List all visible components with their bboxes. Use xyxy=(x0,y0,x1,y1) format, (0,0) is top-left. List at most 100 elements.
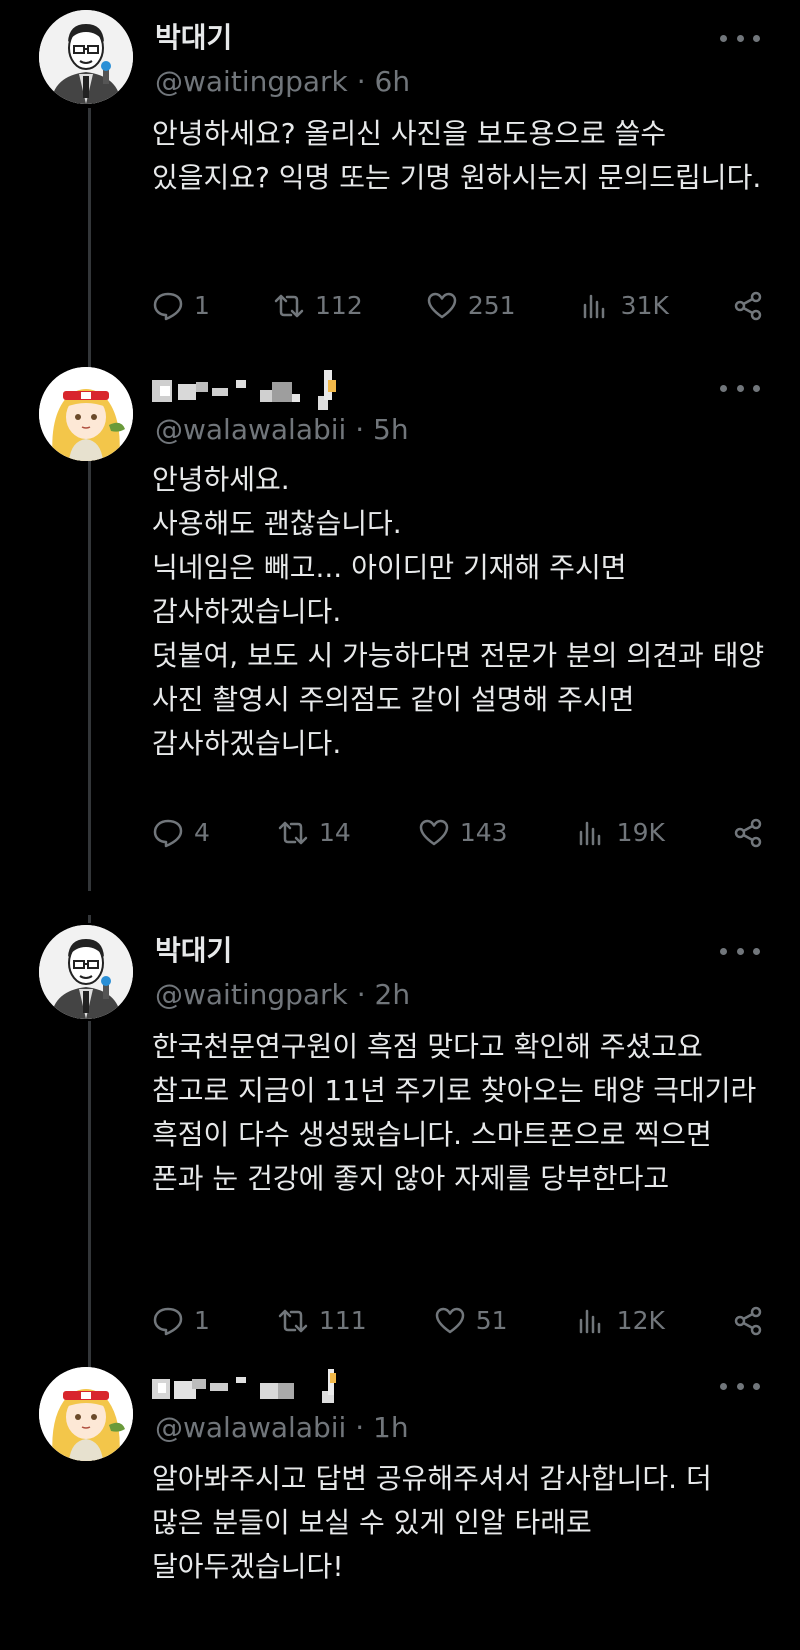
handle-and-time[interactable]: @walawalabii · 1h xyxy=(155,1410,409,1446)
reply-icon xyxy=(153,1307,183,1336)
like-button[interactable]: 143 xyxy=(418,817,508,849)
pixelated-name-icon xyxy=(152,1369,336,1403)
author-name[interactable]: 박대기 xyxy=(155,933,232,969)
views-count: 31K xyxy=(620,291,669,320)
views-button[interactable]: 31K xyxy=(579,290,669,322)
more-options-icon[interactable] xyxy=(720,941,760,961)
tweet-2[interactable]: @walawalabii · 5h 안녕하세요. 사용해도 괜찮습니다. 닉네임… xyxy=(0,355,800,891)
share-icon xyxy=(734,1306,762,1336)
more-options-icon[interactable] xyxy=(720,378,760,398)
views-button[interactable]: 12K xyxy=(575,1305,665,1337)
reply-count: 1 xyxy=(194,291,210,320)
tweet-actions: 4 14 143 19K xyxy=(152,813,764,853)
censored-author-name xyxy=(152,370,352,410)
more-options-icon[interactable] xyxy=(720,28,760,48)
views-count: 19K xyxy=(616,818,665,847)
handle-and-time[interactable]: @walawalabii · 5h xyxy=(155,412,409,448)
retweet-button[interactable]: 112 xyxy=(273,290,363,322)
person-avatar-icon xyxy=(39,10,133,104)
pixelated-name-icon xyxy=(152,370,336,410)
heart-icon xyxy=(435,1307,465,1334)
views-icon xyxy=(583,294,604,319)
separator: · xyxy=(355,1411,365,1444)
share-icon xyxy=(734,291,762,321)
handle[interactable]: @walawalabii xyxy=(155,1411,346,1444)
thread-line xyxy=(88,915,91,923)
retweet-icon xyxy=(274,294,304,318)
tweet-paragraph: 사용해도 괜찮습니다. xyxy=(152,507,402,540)
thread-line xyxy=(88,108,91,370)
tweet-actions: 1 112 251 31K xyxy=(152,286,764,326)
thread-line xyxy=(88,355,91,365)
reply-button[interactable]: 1 xyxy=(152,1305,210,1337)
handle[interactable]: @waitingpark xyxy=(155,65,348,98)
reply-button[interactable]: 1 xyxy=(152,290,210,322)
reply-count: 4 xyxy=(194,818,210,847)
retweet-count: 111 xyxy=(318,1306,367,1335)
anime-avatar-icon xyxy=(39,367,133,461)
heart-icon xyxy=(427,292,457,319)
separator: · xyxy=(356,978,366,1011)
avatar-waitingpark[interactable] xyxy=(39,10,133,104)
like-button[interactable]: 51 xyxy=(434,1305,508,1337)
like-button[interactable]: 251 xyxy=(426,290,516,322)
handle[interactable]: @walawalabii xyxy=(155,413,346,446)
tweet-text: 알아봐주시고 답변 공유해주셔서 감사합니다. 더 많은 분들이 보실 수 있게… xyxy=(152,1457,772,1589)
author-name[interactable]: 박대기 xyxy=(155,20,232,56)
thread-line xyxy=(88,1355,91,1367)
views-icon xyxy=(579,1309,600,1334)
tweet-4[interactable]: @walawalabii · 1h 알아봐주시고 답변 공유해주셔서 감사합니다… xyxy=(0,1355,800,1650)
heart-icon xyxy=(419,819,449,846)
avatar-walawalabii[interactable] xyxy=(39,367,133,461)
tweet-paragraph: 닉네임은 빼고... 아이디만 기재해 주시면 감사하겠습니다. xyxy=(152,551,636,628)
handle[interactable]: @waitingpark xyxy=(155,978,348,1011)
avatar-waitingpark[interactable] xyxy=(39,925,133,1019)
retweet-count: 14 xyxy=(318,818,351,847)
reply-icon xyxy=(153,292,183,321)
retweet-button[interactable]: 14 xyxy=(277,817,351,849)
separator: · xyxy=(356,65,366,98)
reply-icon xyxy=(153,819,183,848)
tweet-3[interactable]: 박대기 @waitingpark · 2h 한국천문연구원이 흑점 맞다고 확인… xyxy=(0,915,800,1361)
views-icon xyxy=(579,821,600,846)
timestamp[interactable]: 2h xyxy=(375,978,411,1011)
anime-avatar-icon xyxy=(39,1367,133,1461)
like-count: 51 xyxy=(475,1306,508,1335)
share-button[interactable] xyxy=(732,1305,764,1337)
tweet-paragraph: 알아봐주시고 답변 공유해주셔서 감사합니다. 더 많은 분들이 보실 수 있게… xyxy=(152,1462,721,1583)
handle-and-time[interactable]: @waitingpark · 6h xyxy=(155,64,410,100)
reply-count: 1 xyxy=(194,1306,210,1335)
timestamp[interactable]: 5h xyxy=(373,413,409,446)
tweet-paragraph: 안녕하세요? 올리신 사진을 보도용으로 쓸수 있을지요? 익명 또는 기명 원… xyxy=(152,117,762,194)
thread-line xyxy=(88,1021,91,1361)
reply-button[interactable]: 4 xyxy=(152,817,210,849)
views-count: 12K xyxy=(616,1306,665,1335)
retweet-count: 112 xyxy=(315,291,363,320)
views-button[interactable]: 19K xyxy=(575,817,665,849)
separator: · xyxy=(355,413,365,446)
censored-author-name xyxy=(152,1367,352,1407)
tweet-actions: 1 111 51 12K xyxy=(152,1301,764,1341)
like-count: 251 xyxy=(467,291,516,320)
share-icon xyxy=(734,818,762,848)
timestamp[interactable]: 6h xyxy=(375,65,411,98)
more-options-icon[interactable] xyxy=(720,1376,760,1396)
tweet-text: 안녕하세요? 올리신 사진을 보도용으로 쓸수 있을지요? 익명 또는 기명 원… xyxy=(152,112,772,200)
thread-line xyxy=(88,461,91,891)
handle-and-time[interactable]: @waitingpark · 2h xyxy=(155,977,410,1013)
tweet-1[interactable]: 박대기 @waitingpark · 6h 안녕하세요? 올리신 사진을 보도용… xyxy=(0,0,800,370)
retweet-button[interactable]: 111 xyxy=(277,1305,367,1337)
tweet-paragraph: 안녕하세요. xyxy=(152,463,290,496)
tweet-paragraph: 덧붙여, 보도 시 가능하다면 전문가 분의 의견과 태양 사진 촬영시 주의점… xyxy=(152,639,774,760)
person-avatar-icon xyxy=(39,925,133,1019)
retweet-icon xyxy=(278,821,308,845)
timestamp[interactable]: 1h xyxy=(373,1411,409,1444)
tweet-text: 한국천문연구원이 흑점 맞다고 확인해 주셨고요 참고로 지금이 11년 주기로… xyxy=(152,1025,772,1201)
share-button[interactable] xyxy=(732,290,764,322)
tweet-text: 안녕하세요. 사용해도 괜찮습니다. 닉네임은 빼고... 아이디만 기재해 주… xyxy=(152,458,772,766)
retweet-icon xyxy=(278,1309,308,1333)
tweet-paragraph: 한국천문연구원이 흑점 맞다고 확인해 주셨고요 참고로 지금이 11년 주기로… xyxy=(152,1030,766,1195)
like-count: 143 xyxy=(459,818,508,847)
avatar-walawalabii[interactable] xyxy=(39,1367,133,1461)
share-button[interactable] xyxy=(732,817,764,849)
